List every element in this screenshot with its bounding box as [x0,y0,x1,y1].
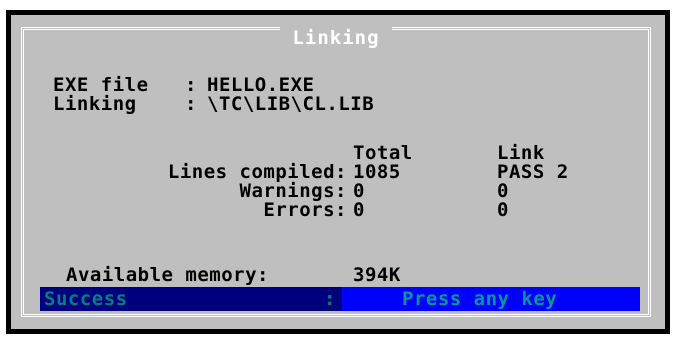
status-separator: : [324,288,336,310]
exe-file-label: EXE file [53,74,149,96]
column-header-total: Total [353,142,413,164]
errors-link: 0 [497,199,509,221]
status-text: Success [44,288,128,310]
available-memory-label: Available memory: [66,264,269,286]
status-left-segment: Success : [40,287,342,311]
exe-file-separator: : [185,74,197,96]
press-any-key-text: Press any key [402,288,558,310]
dialog-title-bar: Linking [24,27,648,49]
warnings-total: 0 [353,180,365,202]
status-bar[interactable]: Success : Press any key [40,287,640,311]
linking-separator: : [185,93,197,115]
linking-dialog: Linking EXE file : HELLO.EXE Linking : \… [6,10,670,334]
linking-value: \TC\LIB\CL.LIB [207,93,375,115]
press-any-key-prompt[interactable]: Press any key [342,287,640,311]
available-memory-value: 394K [353,264,401,286]
lines-compiled-total: 1085 [353,161,401,183]
linking-label: Linking [53,93,137,115]
column-header-link: Link [497,142,545,164]
exe-file-value: HELLO.EXE [207,74,315,96]
warnings-link: 0 [497,180,509,202]
dialog-title: Linking [280,27,392,49]
row-label-warnings: Warnings: [239,180,347,202]
errors-total: 0 [353,199,365,221]
dialog-panel: Linking EXE file : HELLO.EXE Linking : \… [11,15,665,329]
lines-compiled-link: PASS 2 [497,161,569,183]
row-label-lines-compiled: Lines compiled: [167,161,347,183]
row-label-errors: Errors: [263,199,347,221]
